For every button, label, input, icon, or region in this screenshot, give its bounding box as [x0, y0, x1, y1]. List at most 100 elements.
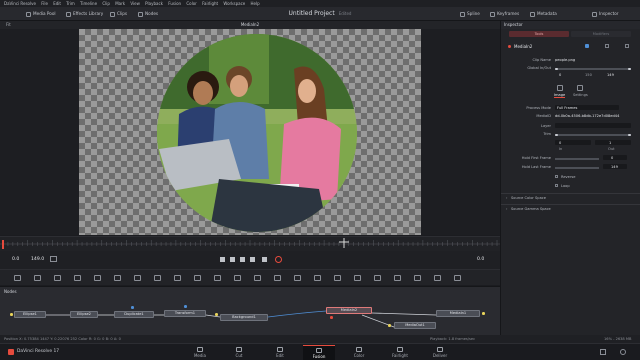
project-manager-icon[interactable] [600, 349, 606, 355]
node-pin[interactable] [330, 316, 333, 319]
mask-tool-icon[interactable] [434, 275, 441, 281]
reset-icon[interactable] [605, 44, 609, 48]
hold-first-field[interactable]: 0 [603, 155, 627, 160]
inspector-button[interactable]: Inspector [592, 10, 619, 18]
rectangle-tool-icon[interactable] [154, 275, 161, 281]
merge-tool-icon[interactable] [194, 275, 201, 281]
tab-tools[interactable]: Tools [509, 31, 569, 37]
layer-dropdown[interactable] [555, 123, 631, 128]
process-mode-dropdown[interactable]: Full Frames [555, 105, 619, 110]
merge3d-tool-icon[interactable] [394, 275, 401, 281]
global-out-handle[interactable] [628, 67, 631, 70]
node-pin[interactable] [10, 313, 13, 316]
gradient-tool-icon[interactable] [54, 275, 61, 281]
source-gamma-space-section[interactable]: Source Gamma Space [511, 207, 551, 211]
menu-workspace[interactable]: Workspace [223, 0, 245, 7]
hold-first-slider[interactable] [555, 158, 599, 160]
menu-app[interactable]: DaVinci Resolve [4, 0, 36, 7]
camera3d-tool-icon[interactable] [354, 275, 361, 281]
clip-name-value[interactable]: people.png [555, 58, 575, 62]
mediaid-value[interactable]: dd-0b0a-4506-b8db-172e7d08ed44 [555, 114, 619, 118]
settings-tab-icon[interactable] [577, 85, 583, 91]
node-pin[interactable] [131, 306, 134, 309]
go-to-end-icon[interactable] [262, 257, 267, 262]
menu-mark[interactable]: Mark [115, 0, 125, 7]
menu-color[interactable]: Color [186, 0, 196, 7]
node-pin[interactable] [482, 312, 485, 315]
page-fusion[interactable]: Fusion [303, 345, 335, 360]
menu-fusion[interactable]: Fusion [168, 0, 181, 7]
shape3d-tool-icon[interactable] [294, 275, 301, 281]
node-duplicate1[interactable]: Duplicate1 [114, 311, 154, 318]
global-in-value[interactable]: 0 [559, 73, 561, 77]
settings-icon[interactable] [620, 349, 626, 355]
global-inout-slider[interactable] [555, 68, 631, 70]
page-media[interactable]: Media [184, 345, 216, 360]
playhead[interactable] [2, 240, 4, 249]
node-mediain2[interactable]: MediaIn2 [326, 307, 372, 314]
reverse-checkbox[interactable] [555, 175, 558, 178]
light-tool-icon[interactable] [374, 275, 381, 281]
text-tool-icon[interactable] [74, 275, 81, 281]
node-ellipse2[interactable]: Ellipse2 [70, 311, 98, 318]
menu-clip[interactable]: Clip [102, 0, 110, 7]
renderer3d-tool-icon[interactable] [334, 275, 341, 281]
hold-last-slider[interactable] [555, 167, 599, 169]
hold-last-field[interactable]: 149 [603, 164, 627, 169]
node-mediaout1[interactable]: MediaOut1 [394, 322, 436, 329]
resize-tool-icon[interactable] [274, 275, 281, 281]
image-plane-tool-icon[interactable] [314, 275, 321, 281]
ellipse-tool-icon[interactable] [174, 275, 181, 281]
bspline-tool-icon[interactable] [134, 275, 141, 281]
trim-out-field[interactable]: 1 [595, 140, 631, 145]
page-fairlight[interactable]: Fairlight [384, 345, 416, 360]
global-out-value[interactable]: 149 [607, 73, 614, 77]
blur-tool-icon[interactable] [214, 275, 221, 281]
trim-in-field[interactable]: 0 [555, 140, 591, 145]
trim-out-handle[interactable] [628, 133, 631, 136]
global-in-handle[interactable] [555, 67, 558, 70]
page-deliver[interactable]: Deliver [424, 345, 456, 360]
page-cut[interactable]: Cut [223, 345, 255, 360]
viewer-canvas[interactable] [79, 29, 421, 235]
node-background1[interactable]: Background1 [220, 314, 268, 321]
loop-checkbox[interactable] [555, 184, 558, 187]
trim-slider[interactable] [555, 134, 631, 136]
color-corrector-tool-icon[interactable] [234, 275, 241, 281]
trim-in-handle[interactable] [555, 133, 558, 136]
transform-tool-icon[interactable] [254, 275, 261, 281]
fbx-tool-icon[interactable] [414, 275, 421, 281]
go-to-start-icon[interactable] [220, 257, 225, 262]
node-ellipse1[interactable]: Ellipse1 [14, 311, 46, 318]
timecode-end[interactable]: 149.0 [31, 257, 44, 262]
subtab-settings[interactable]: Settings [573, 93, 588, 97]
stop-icon[interactable] [240, 257, 245, 262]
tab-modifiers[interactable]: Modifiers [571, 31, 631, 37]
node-pin[interactable] [184, 305, 187, 308]
page-color[interactable]: Color [343, 345, 375, 360]
subtab-image[interactable]: Image [554, 93, 566, 98]
source-color-space-section[interactable]: Source Color Space [511, 196, 546, 200]
particle-tool-icon[interactable] [94, 275, 101, 281]
timecode-current[interactable]: 0.0 [12, 257, 19, 262]
node-pin[interactable] [388, 324, 391, 327]
metadata-button[interactable]: Metadata [530, 10, 557, 18]
tracker-tool-icon[interactable] [454, 275, 461, 281]
menu-timeline[interactable]: Timeline [80, 0, 97, 7]
node-pin[interactable] [215, 313, 218, 316]
node-settings-icon[interactable] [585, 44, 589, 48]
polygon-tool-icon[interactable] [114, 275, 121, 281]
keyframes-button[interactable]: Keyframes [490, 10, 519, 18]
time-ruler[interactable] [0, 236, 500, 251]
menu-playback[interactable]: Playback [145, 0, 163, 7]
menu-fairlight[interactable]: Fairlight [202, 0, 218, 7]
speaker-icon[interactable] [50, 256, 57, 262]
node-mediain1[interactable]: MediaIn1 [436, 310, 480, 317]
paint-tool-icon[interactable] [34, 275, 41, 281]
background-tool-icon[interactable] [14, 275, 21, 281]
menu-file[interactable]: File [41, 0, 48, 7]
loop-icon[interactable] [275, 256, 282, 263]
play-reverse-icon[interactable] [230, 257, 235, 262]
timecode-right[interactable]: 0.0 [477, 257, 484, 262]
image-tab-icon[interactable] [557, 85, 563, 91]
